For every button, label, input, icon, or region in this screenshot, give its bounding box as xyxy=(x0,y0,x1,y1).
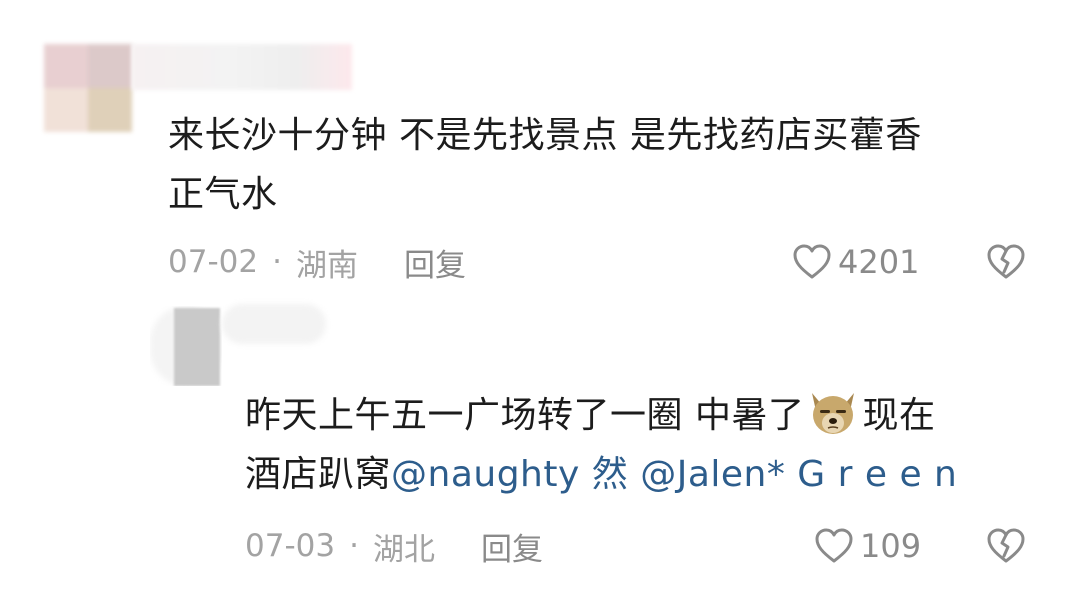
meta-separator: · xyxy=(349,528,359,564)
comment-date: 07-02 xyxy=(168,244,259,280)
like-button[interactable]: 109 xyxy=(814,524,921,568)
meta-separator: · xyxy=(272,244,282,280)
comment-text-line2: 正气水 xyxy=(168,174,278,215)
reply-text-line2: 酒店趴窝@naughty 然 @Jalen* G r e e n xyxy=(245,445,1045,504)
reply-text-segment: 昨天上午五一广场转了一圈 中暑了 xyxy=(245,395,805,436)
reply-text-segment: 酒店趴窝 xyxy=(245,454,392,495)
reply-button[interactable]: 回复 xyxy=(404,240,466,285)
like-count: 4201 xyxy=(838,243,920,281)
commenter-avatar[interactable] xyxy=(44,44,132,132)
dislike-button[interactable] xyxy=(986,242,1026,282)
comment-location: 湖南 xyxy=(295,247,358,284)
mention-link[interactable]: @Jalen* G r e e n xyxy=(640,454,957,495)
dislike-button[interactable] xyxy=(986,526,1026,566)
reply-meta: 07-03 · 湖北 回复 xyxy=(245,524,543,568)
reply-text: 昨天上午五一广场转了一圈 中暑了 现在 酒店趴窝@naughty 然 @Jale… xyxy=(245,386,1045,504)
broken-heart-icon xyxy=(987,528,1025,563)
comment-meta: 07-02 · 湖南 回复 xyxy=(168,240,466,284)
dog-face-emoji-icon xyxy=(812,393,855,434)
heart-outline-icon xyxy=(793,244,831,279)
reply-button[interactable]: 回复 xyxy=(481,524,543,569)
reply-avatar[interactable] xyxy=(150,306,222,386)
like-count: 109 xyxy=(860,527,922,565)
heart-outline-icon xyxy=(815,528,853,563)
comment-text: 来长沙十分钟 不是先找景点 是先找药店买藿香 正气水 xyxy=(168,106,1028,224)
reply-text-line1: 昨天上午五一广场转了一圈 中暑了 现在 xyxy=(245,386,1045,445)
reply-name-blurred[interactable] xyxy=(222,304,326,344)
commenter-name-blurred[interactable] xyxy=(132,44,352,90)
comment-text-line1: 来长沙十分钟 不是先找景点 是先找药店买藿香 xyxy=(168,115,922,156)
reply-text-segment: 现在 xyxy=(862,395,936,436)
broken-heart-icon xyxy=(987,244,1025,279)
like-button[interactable]: 4201 xyxy=(792,240,919,284)
mention-link[interactable]: @naughty 然 xyxy=(391,454,628,495)
reply-date: 07-03 xyxy=(245,528,336,564)
reply-location: 湖北 xyxy=(372,531,435,568)
